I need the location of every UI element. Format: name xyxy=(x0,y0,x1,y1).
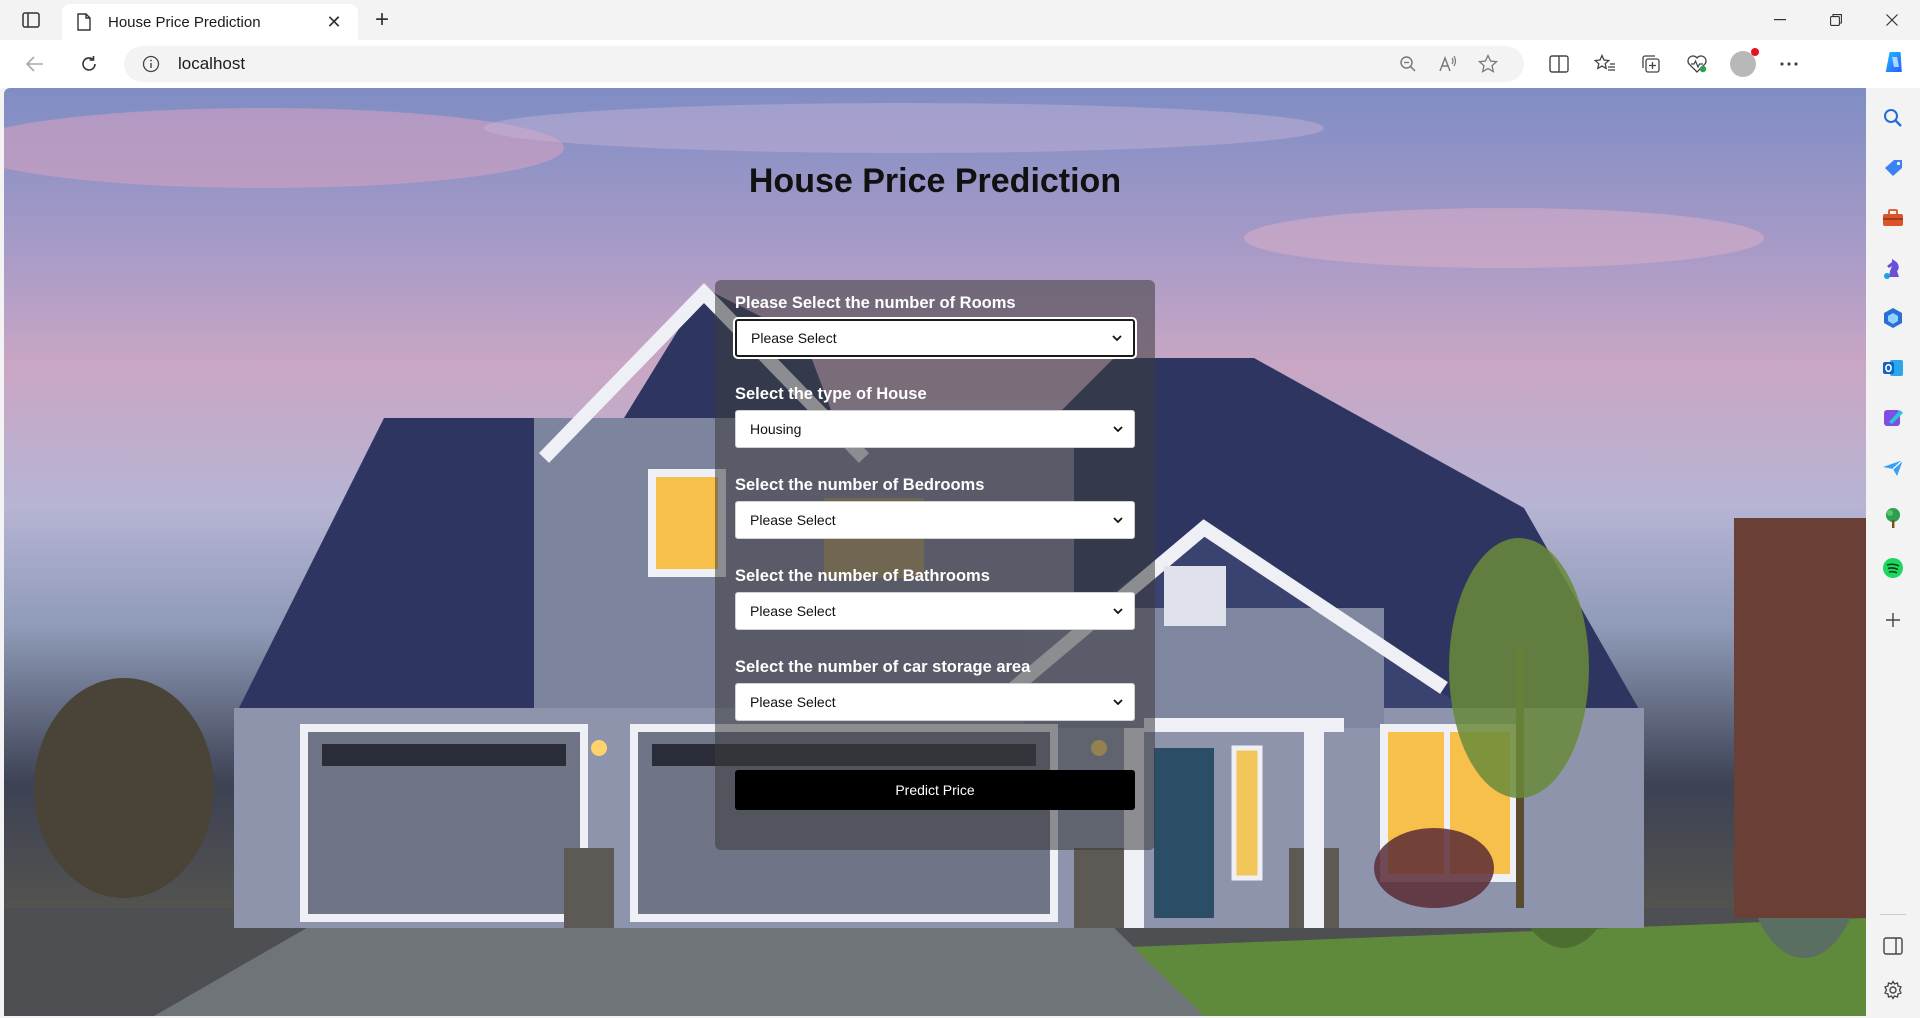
bedrooms-label: Select the number of Bedrooms xyxy=(735,476,985,494)
zoom-icon[interactable] xyxy=(1388,48,1428,80)
car-storage-label: Select the number of car storage area xyxy=(735,658,1031,676)
rooms-label: Please Select the number of Rooms xyxy=(735,294,1016,312)
close-tab-icon[interactable]: ✕ xyxy=(322,10,346,34)
bathrooms-select-value: Please Select xyxy=(750,603,836,619)
chevron-down-icon xyxy=(1112,605,1124,617)
chevron-down-icon xyxy=(1112,696,1124,708)
collections-icon[interactable] xyxy=(1628,48,1674,80)
car-storage-select-value: Please Select xyxy=(750,694,836,710)
search-icon[interactable] xyxy=(1877,102,1909,134)
house-type-select-value: Housing xyxy=(750,421,802,437)
bathrooms-label: Select the number of Bathrooms xyxy=(735,567,990,585)
house-type-field-group: Select the type of House Housing xyxy=(735,385,1135,448)
send-icon[interactable] xyxy=(1877,452,1909,484)
new-tab-icon[interactable]: + xyxy=(366,6,398,34)
favorites-icon[interactable] xyxy=(1582,48,1628,80)
predict-price-button[interactable]: Predict Price xyxy=(735,770,1135,810)
bedrooms-select-value: Please Select xyxy=(750,512,836,528)
back-icon[interactable] xyxy=(18,48,52,80)
split-screen-icon[interactable] xyxy=(1536,48,1582,80)
favorite-star-icon[interactable] xyxy=(1468,48,1508,80)
restore-icon[interactable] xyxy=(1808,0,1864,40)
designer-icon[interactable] xyxy=(1877,402,1909,434)
page-viewport: House Price Prediction Please Select the… xyxy=(4,88,1866,1016)
bedrooms-field-group: Select the number of Bedrooms Please Sel… xyxy=(735,476,1135,539)
minimize-icon[interactable] xyxy=(1752,0,1808,40)
shopping-tag-icon[interactable] xyxy=(1877,152,1909,184)
bathrooms-select[interactable]: Please Select xyxy=(735,592,1135,630)
settings-gear-icon[interactable] xyxy=(1877,974,1909,1006)
tab-title: House Price Prediction xyxy=(108,13,261,31)
bathrooms-field-group: Select the number of Bathrooms Please Se… xyxy=(735,567,1135,630)
copilot-icon[interactable] xyxy=(1876,44,1912,80)
address-bar[interactable]: localhost xyxy=(124,46,1524,82)
more-options-icon[interactable] xyxy=(1766,48,1812,80)
chevron-down-icon xyxy=(1112,514,1124,526)
tab-strip: House Price Prediction ✕ + xyxy=(0,0,1920,40)
rooms-select-value: Please Select xyxy=(751,330,837,346)
hide-sidebar-icon[interactable] xyxy=(1877,930,1909,962)
url-text[interactable]: localhost xyxy=(178,54,1388,74)
browser-toolbar: localhost xyxy=(0,40,1920,88)
tab-actions-icon[interactable] xyxy=(14,6,48,34)
outlook-icon[interactable] xyxy=(1877,352,1909,384)
read-aloud-icon[interactable] xyxy=(1428,48,1468,80)
chevron-down-icon xyxy=(1111,332,1123,344)
profile-avatar[interactable] xyxy=(1720,48,1766,80)
add-sidebar-app-icon[interactable] xyxy=(1877,604,1909,636)
rooms-field-group: Please Select the number of Rooms Please… xyxy=(733,294,1137,359)
tree-icon[interactable] xyxy=(1877,502,1909,534)
refresh-icon[interactable] xyxy=(72,48,106,80)
bedrooms-select[interactable]: Please Select xyxy=(735,501,1135,539)
rooms-select[interactable]: Please Select xyxy=(733,317,1137,359)
close-window-icon[interactable] xyxy=(1864,0,1920,40)
site-info-icon[interactable] xyxy=(140,53,162,75)
active-tab[interactable]: House Price Prediction ✕ xyxy=(62,4,358,40)
house-type-label: Select the type of House xyxy=(735,385,927,403)
chevron-down-icon xyxy=(1112,423,1124,435)
games-chess-icon[interactable] xyxy=(1877,252,1909,284)
page-title: House Price Prediction xyxy=(748,162,1122,200)
prediction-form: Please Select the number of Rooms Please… xyxy=(715,280,1155,850)
car-storage-field-group: Select the number of car storage area Pl… xyxy=(735,658,1135,721)
spotify-icon[interactable] xyxy=(1877,552,1909,584)
browser-essentials-icon[interactable] xyxy=(1674,48,1720,80)
microsoft-365-icon[interactable] xyxy=(1877,302,1909,334)
sidebar-divider xyxy=(1880,914,1906,915)
car-storage-select[interactable]: Please Select xyxy=(735,683,1135,721)
page-icon xyxy=(74,12,94,32)
toolbar-actions xyxy=(1536,48,1812,80)
avatar xyxy=(1730,48,1759,77)
tools-briefcase-icon[interactable] xyxy=(1877,202,1909,234)
edge-sidebar xyxy=(1866,88,1920,1018)
window-controls xyxy=(1752,0,1920,40)
house-type-select[interactable]: Housing xyxy=(735,410,1135,448)
